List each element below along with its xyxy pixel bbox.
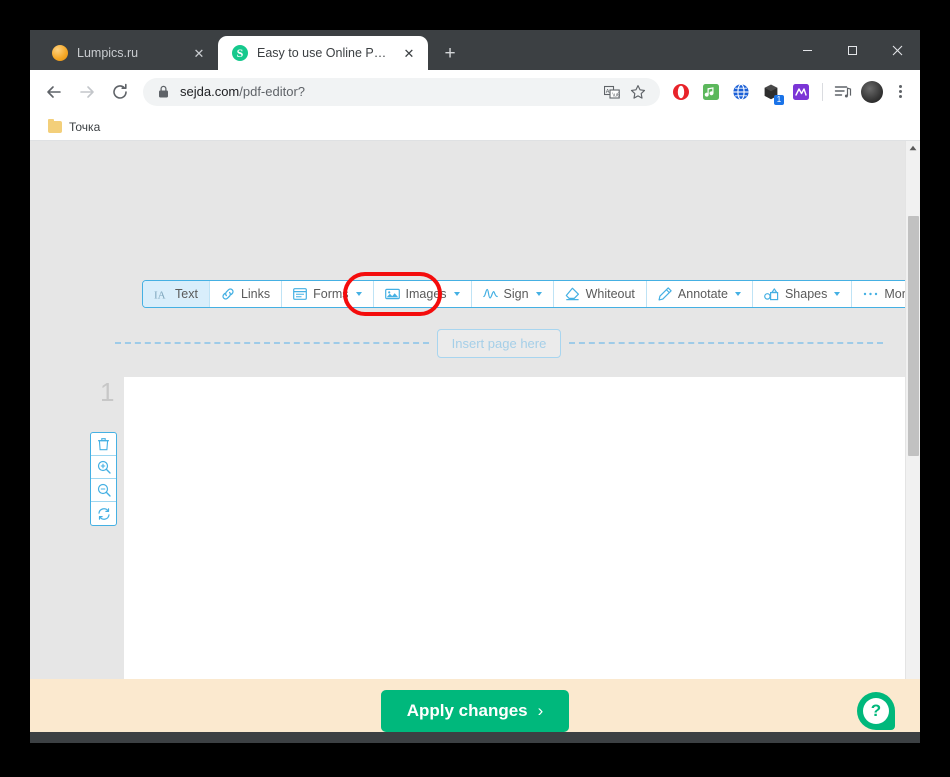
scroll-up-arrow[interactable]	[906, 141, 920, 155]
toolbar-divider	[822, 82, 823, 101]
globe-extension-icon[interactable]	[731, 82, 751, 102]
lock-icon	[156, 85, 170, 98]
tab-title: Lumpics.ru	[77, 46, 139, 60]
browser-tab-sejda[interactable]: S Easy to use Online PDF editor ✕	[218, 36, 428, 70]
bookmark-label: Точка	[69, 119, 101, 134]
text-icon: IA	[154, 288, 169, 301]
close-icon[interactable]: ✕	[190, 44, 208, 62]
toolbar-item-links[interactable]: Links	[210, 281, 283, 307]
toolbar-item-forms[interactable]: Forms	[282, 281, 374, 307]
editor-toolbar: IA Text Links Forms Images Sign Whiteout…	[142, 280, 920, 308]
toolbar-item-label: Links	[240, 287, 271, 301]
svg-text:A: A	[606, 89, 610, 95]
close-window-button[interactable]	[875, 34, 920, 66]
toolbar-item-label: Sign	[503, 287, 529, 301]
chevron-right-icon: ›	[537, 701, 544, 720]
bookmark-star-icon[interactable]	[626, 80, 650, 104]
close-icon[interactable]: ✕	[400, 44, 418, 62]
lumpics-favicon	[52, 45, 68, 61]
toolbar-item-text[interactable]: IA Text	[143, 281, 210, 307]
extension-badge-count: 1	[774, 94, 784, 105]
box-extension-icon[interactable]: 1	[761, 82, 784, 105]
annotate-icon	[658, 287, 672, 301]
delete-page-tool[interactable]	[91, 433, 116, 456]
rotate-page-tool[interactable]	[91, 502, 116, 525]
toolbar-item-annotate[interactable]: Annotate	[647, 281, 753, 307]
translate-icon[interactable]: A \u6587	[600, 80, 624, 104]
svg-text:\u6587: \u6587	[612, 92, 620, 98]
dashed-divider-right	[569, 342, 883, 344]
url-domain: sejda.com	[180, 84, 240, 99]
toolbar-item-label: Shapes	[784, 287, 828, 301]
sejda-favicon: S	[232, 45, 248, 61]
bookmarks-bar: Точка	[30, 113, 920, 141]
browser-window: Lumpics.ru ✕ S Easy to use Online PDF ed…	[30, 30, 920, 743]
chevron-down-icon	[734, 292, 741, 296]
chevron-down-icon	[355, 292, 362, 296]
insert-page-row: Insert page here	[115, 328, 883, 358]
forms-icon	[293, 287, 308, 301]
more-icon	[863, 291, 878, 297]
images-icon	[384, 287, 400, 301]
toolbar-item-label: Images	[405, 287, 447, 301]
toolbar-item-whiteout[interactable]: Whiteout	[554, 281, 647, 307]
svg-text:IA: IA	[154, 289, 166, 301]
toolbar-item-label: Annotate	[677, 287, 728, 301]
shapes-icon	[764, 287, 779, 301]
new-tab-button[interactable]: +	[436, 39, 464, 67]
help-button[interactable]: ?	[857, 692, 895, 730]
opera-extension-icon[interactable]	[671, 82, 691, 102]
chevron-down-icon	[834, 292, 841, 296]
navigation-bar: sejda.com/pdf-editor? A \u6587	[30, 70, 920, 113]
window-controls	[785, 30, 920, 70]
whiteout-icon	[565, 287, 580, 301]
back-icon[interactable]	[39, 77, 69, 107]
zoom-out-tool[interactable]	[91, 479, 116, 502]
reload-icon[interactable]	[105, 77, 135, 107]
toolbar-item-shapes[interactable]: Shapes	[753, 281, 853, 307]
chrome-menu-icon[interactable]	[889, 79, 911, 105]
browser-bottom-strip	[30, 732, 920, 743]
page-number-label: 1	[100, 377, 115, 407]
avatar[interactable]	[861, 80, 883, 103]
reading-list-icon[interactable]	[831, 80, 855, 104]
tab-strip: Lumpics.ru ✕ S Easy to use Online PDF ed…	[30, 30, 920, 70]
music-extension-icon[interactable]	[701, 82, 721, 102]
bookmark-tochka[interactable]: Точка	[42, 118, 106, 136]
link-icon	[221, 287, 235, 301]
page-tools-panel	[90, 432, 117, 526]
question-mark-icon: ?	[863, 698, 889, 724]
toolbar-item-label: Whiteout	[585, 287, 635, 301]
omnibox-actions: A \u6587	[598, 80, 650, 104]
minimize-button[interactable]	[785, 34, 830, 66]
url-path: /pdf-editor?	[239, 84, 306, 99]
chevron-down-icon	[535, 292, 542, 296]
toolbar-item-sign[interactable]: Sign	[472, 281, 554, 307]
dashed-divider-left	[115, 342, 429, 344]
toolbar-item-images[interactable]: Images	[374, 281, 472, 307]
page-viewport: IA Text Links Forms Images Sign Whiteout…	[30, 141, 920, 743]
folder-icon	[48, 118, 62, 133]
tab-title: Easy to use Online PDF editor	[257, 46, 394, 60]
forward-icon[interactable]	[72, 77, 102, 107]
apply-changes-button[interactable]: Apply changes ›	[380, 690, 570, 732]
apply-changes-label: Apply changes	[406, 701, 528, 720]
chevron-down-icon	[453, 292, 460, 296]
browser-tab-lumpics[interactable]: Lumpics.ru ✕	[38, 36, 218, 70]
sign-icon	[482, 288, 498, 300]
scrollbar-thumb[interactable]	[908, 216, 919, 456]
vertical-scrollbar[interactable]	[905, 141, 920, 743]
url-text: sejda.com/pdf-editor?	[180, 84, 598, 99]
toolbar-item-label: Forms	[313, 287, 349, 301]
zoom-in-tool[interactable]	[91, 456, 116, 479]
insert-page-button[interactable]: Insert page here	[436, 328, 562, 358]
toolbar-item-label: Text	[175, 287, 198, 301]
address-bar[interactable]: sejda.com/pdf-editor? A \u6587	[143, 77, 660, 106]
purple-extension-icon[interactable]	[791, 82, 811, 102]
maximize-button[interactable]	[830, 34, 875, 66]
